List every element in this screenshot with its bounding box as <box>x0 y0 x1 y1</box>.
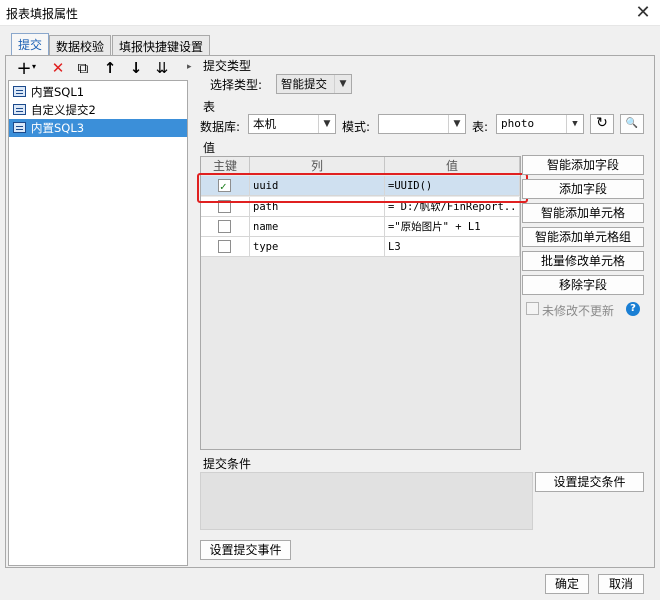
highlight-annotation <box>197 173 528 203</box>
condition-box <box>200 472 533 530</box>
chevron-down-icon: ▼ <box>566 115 583 133</box>
sql-icon <box>13 86 26 97</box>
table-label: 表: <box>472 120 489 134</box>
value-cell[interactable]: L3 <box>385 237 520 257</box>
column-cell[interactable]: type <box>250 237 385 257</box>
chevron-down-icon: ▼ <box>334 75 351 93</box>
delete-icon[interactable]: ✕ <box>48 58 68 78</box>
preview-button[interactable]: 🔍 <box>620 114 644 134</box>
refresh-icon: ↻ <box>596 115 608 131</box>
condition-section: 提交条件 <box>203 457 252 471</box>
chevron-down-icon: ▼ <box>448 115 465 133</box>
smart-add-cell-group-button[interactable]: 智能添加单元格组 <box>522 227 644 247</box>
sort-icon[interactable]: ⇊ <box>152 58 172 78</box>
move-down-icon[interactable]: ↓ <box>126 58 146 78</box>
list-item[interactable]: 内置SQL1 <box>9 83 187 101</box>
database-value: 本机 <box>253 117 276 131</box>
add-icon[interactable]: + <box>14 58 34 79</box>
cancel-button[interactable]: 取消 <box>598 574 644 594</box>
mode-label: 模式: <box>342 120 371 134</box>
scroll-right-icon[interactable]: ▸ <box>187 62 192 72</box>
list-item-label: 自定义提交2 <box>31 103 96 117</box>
tab-data-validation[interactable]: 数据校验 <box>49 35 112 56</box>
checkbox[interactable] <box>218 220 231 233</box>
help-icon[interactable]: ? <box>626 302 640 316</box>
checkbox[interactable] <box>218 240 231 253</box>
table-section: 表 <box>203 100 216 114</box>
set-event-button[interactable]: 设置提交事件 <box>200 540 291 560</box>
preview-icon: 🔍 <box>625 118 639 129</box>
values-section: 值 <box>203 141 216 155</box>
tab-submit[interactable]: 提交 <box>11 33 50 56</box>
smart-add-cell-button[interactable]: 智能添加单元格 <box>522 203 644 223</box>
submit-type-section: 提交类型 <box>203 59 252 73</box>
table-row[interactable]: type L3 <box>201 237 520 257</box>
list-item-label: 内置SQL3 <box>31 121 85 135</box>
table-value: photo <box>501 117 535 130</box>
submit-type-value: 智能提交 <box>281 77 327 91</box>
chevron-down-icon: ▼ <box>318 115 335 133</box>
add-field-button[interactable]: 添加字段 <box>522 179 644 199</box>
smart-add-field-button[interactable]: 智能添加字段 <box>522 155 644 175</box>
table-row[interactable]: name ="原始图片" + L1 <box>201 217 520 237</box>
copy-icon[interactable]: ⧉ <box>73 58 93 78</box>
no-update-checkbox[interactable] <box>526 302 539 315</box>
add-dropdown-icon[interactable]: ▾ <box>32 62 36 71</box>
database-select[interactable]: 本机 ▼ <box>248 114 336 134</box>
key-cell <box>201 237 250 257</box>
list-item-selected[interactable]: 内置SQL3 <box>9 119 187 137</box>
ok-button[interactable]: 确定 <box>545 574 589 594</box>
submit-type-label: 选择类型: <box>210 78 263 92</box>
submit-type-select[interactable]: 智能提交 ▼ <box>276 74 352 94</box>
sql-icon <box>13 104 26 115</box>
mode-select[interactable]: ▼ <box>378 114 466 134</box>
sql-icon <box>13 122 26 133</box>
key-cell <box>201 217 250 237</box>
move-up-icon[interactable]: ↑ <box>100 58 120 78</box>
title-bar: 报表填报属性 ✕ <box>0 0 660 26</box>
close-icon[interactable]: ✕ <box>630 0 656 26</box>
tab-shortcut-settings[interactable]: 填报快捷键设置 <box>112 35 211 56</box>
column-cell[interactable]: name <box>250 217 385 237</box>
database-label: 数据库: <box>200 120 241 134</box>
no-update-label: 未修改不更新 <box>542 304 615 318</box>
list-item-label: 内置SQL1 <box>31 85 85 99</box>
table-select[interactable]: photo ▼ <box>496 114 584 134</box>
window-title: 报表填报属性 <box>6 7 79 21</box>
refresh-button[interactable]: ↻ <box>590 114 614 134</box>
batch-modify-cells-button[interactable]: 批量修改单元格 <box>522 251 644 271</box>
remove-field-button[interactable]: 移除字段 <box>522 275 644 295</box>
submission-list: 内置SQL1 自定义提交2 内置SQL3 <box>8 80 188 566</box>
set-condition-button[interactable]: 设置提交条件 <box>535 472 644 492</box>
value-cell[interactable]: ="原始图片" + L1 <box>385 217 520 237</box>
list-item[interactable]: 自定义提交2 <box>9 101 187 119</box>
